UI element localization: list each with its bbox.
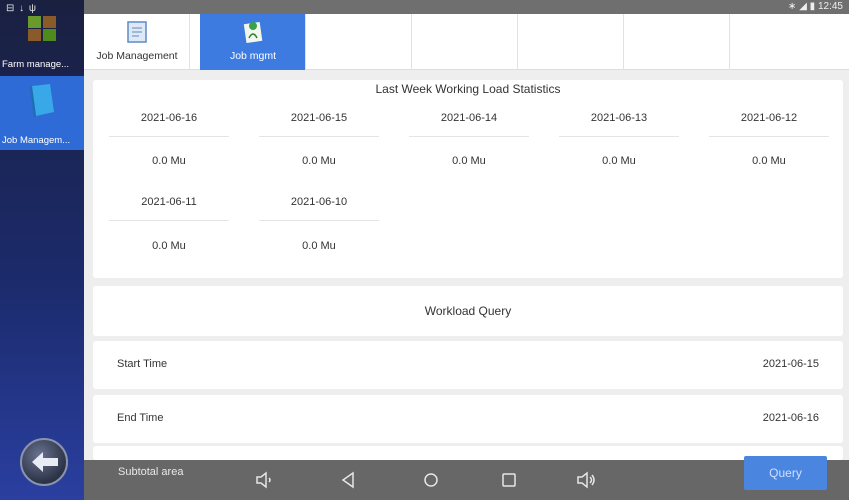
stat-date: 2021-06-15	[259, 112, 379, 137]
stat-value: 0.0 Mu	[452, 155, 486, 167]
weekly-stats-card: Last Week Working Load Statistics 2021-0…	[93, 80, 843, 278]
start-time-label: Start Time	[117, 358, 168, 370]
book-icon	[30, 84, 54, 117]
subtotal-row-top	[93, 446, 843, 460]
stat-value: 0.0 Mu	[752, 155, 786, 167]
stats-title: Last Week Working Load Statistics	[375, 82, 561, 96]
tab-label: Job mgmt	[229, 50, 277, 62]
stat-date: 2021-06-16	[109, 112, 229, 137]
app-label: Farm manage...	[2, 59, 70, 70]
main-content: Job Management Job mgmt ∗ ◢ ▮ 12:45 Last…	[84, 0, 849, 500]
tab-label: Job Management	[96, 50, 178, 62]
android-status-bar: ∗ ◢ ▮ 12:45	[84, 0, 849, 14]
nav-home-icon[interactable]	[420, 470, 442, 490]
bluetooth-icon: ∗ ◢ ▮	[788, 1, 818, 12]
app-launcher-sidebar: ⊟ ↓ ψ Farm manage... Job Managem...	[0, 0, 84, 500]
query-title: Workload Query	[424, 304, 512, 318]
stat-date: 2021-06-12	[709, 112, 829, 137]
stat-value: 0.0 Mu	[152, 155, 186, 167]
app-farm-management[interactable]: Farm manage...	[0, 0, 84, 74]
stat-value: 0.0 Mu	[152, 240, 186, 252]
stat-value: 0.0 Mu	[302, 240, 336, 252]
stat-value: 0.0 Mu	[602, 155, 636, 167]
start-time-row[interactable]: Start Time 2021-06-15	[93, 341, 843, 389]
start-time-value[interactable]: 2021-06-15	[763, 358, 819, 370]
end-time-row[interactable]: End Time 2021-06-16	[93, 395, 843, 443]
android-nav-bar: Subtotal area	[84, 460, 849, 500]
back-arrow-icon	[32, 452, 58, 472]
end-time-value[interactable]: 2021-06-16	[763, 412, 819, 424]
farm-icon	[28, 16, 56, 41]
document-icon	[127, 21, 147, 43]
status-clock: ∗ ◢ ▮ 12:45	[788, 1, 843, 12]
stat-date: 2021-06-10	[259, 196, 379, 221]
app-job-management[interactable]: Job Managem...	[0, 76, 84, 150]
app-label: Job Managem...	[2, 135, 71, 146]
volume-up-icon[interactable]	[575, 470, 597, 490]
nav-recents-icon[interactable]	[498, 470, 520, 490]
end-time-label: End Time	[117, 412, 164, 424]
stat-value: 0.0 Mu	[302, 155, 336, 167]
stat-date: 2021-06-11	[109, 196, 229, 221]
stat-date: 2021-06-13	[559, 112, 679, 137]
volume-down-icon[interactable]	[254, 470, 276, 490]
nav-back-icon[interactable]	[338, 470, 360, 490]
back-button[interactable]	[20, 438, 68, 486]
plant-doc-icon	[243, 21, 263, 44]
query-button[interactable]: Query	[744, 456, 827, 490]
subtotal-label: Subtotal area	[118, 466, 184, 478]
stat-date: 2021-06-14	[409, 112, 529, 137]
workload-query-header: Workload Query	[93, 286, 843, 336]
